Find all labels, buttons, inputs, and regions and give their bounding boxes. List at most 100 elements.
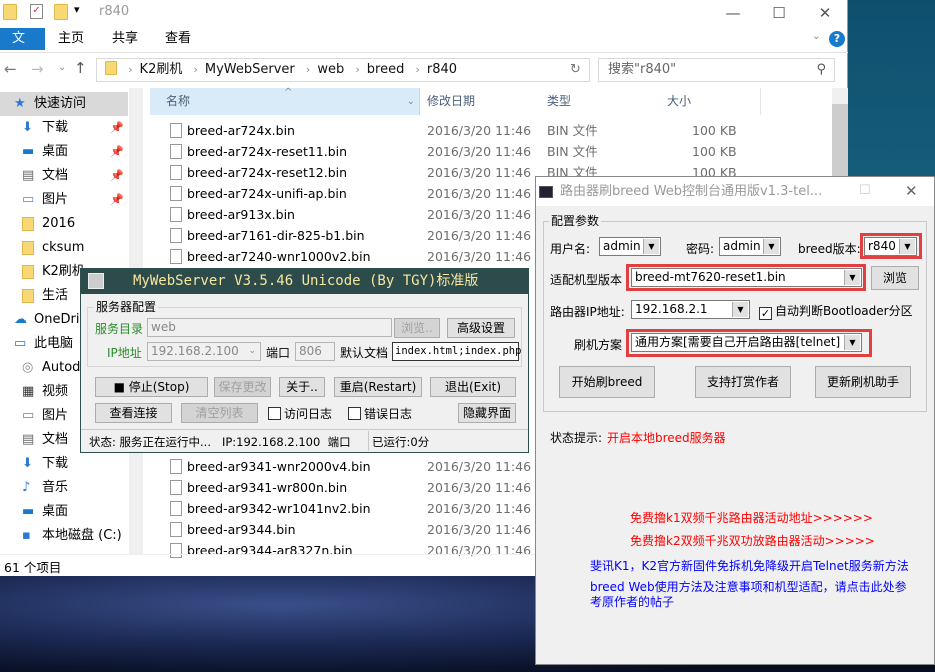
minimize-button[interactable]: — <box>710 2 756 26</box>
ip-select[interactable]: 192.168.2.100 ⌄ <box>147 342 261 361</box>
checkbox-label: 自动判断Bootloader分区 <box>775 304 913 318</box>
breadcrumb-item[interactable]: MyWebServer <box>205 62 295 77</box>
nav-item[interactable]: ♪ 音乐 <box>0 476 128 500</box>
file-size: 100 KB <box>692 144 737 159</box>
new-folder-icon[interactable] <box>54 4 68 20</box>
nav-item[interactable]: cksum <box>0 236 128 260</box>
browse-button[interactable]: 浏览 <box>871 266 919 290</box>
search-input[interactable]: 搜索"r840" ⚲ <box>598 58 835 82</box>
refresh-icon[interactable]: ↻ <box>570 62 581 77</box>
file-date: 2016/3/20 11:46 <box>427 207 532 222</box>
nav-item[interactable]: ⬇ 下载 📌 <box>0 116 128 140</box>
author-post-link[interactable]: breed Web使用方法及注意事项和机型适配，请点击此处参考原作者的帖子 <box>590 580 910 610</box>
expand-ribbon-icon[interactable]: ⌄ <box>812 31 820 42</box>
maximize-button[interactable]: ☐ <box>756 2 802 26</box>
recent-locations-icon[interactable]: ⌄ <box>58 62 66 73</box>
error-log-checkbox[interactable]: 错误日志 <box>348 405 412 422</box>
title-bar[interactable]: MyWebServer V3.5.46 Unicode (By TGY)标准版 <box>81 269 528 294</box>
close-button[interactable]: ✕ <box>905 182 918 200</box>
default-doc-label: 默认文档 <box>340 346 389 360</box>
nav-label: 视频 <box>42 384 69 399</box>
username-select[interactable]: admin ▼ <box>599 237 661 256</box>
restart-button[interactable]: 重启(Restart) <box>334 377 422 397</box>
hide-window-button[interactable]: 隐藏界面 <box>458 403 516 423</box>
breadcrumb-item[interactable]: breed <box>367 62 405 77</box>
nav-item[interactable]: ▤ 文档 📌 <box>0 164 128 188</box>
access-log-checkbox[interactable]: 访问日志 <box>268 405 332 422</box>
view-connections-button[interactable]: 查看连接 <box>95 403 172 423</box>
breadcrumb-item[interactable]: K2刷机 <box>140 62 183 77</box>
nav-item[interactable]: ▪ 本地磁盘 (C:) <box>0 524 128 548</box>
password-select[interactable]: admin ▼ <box>719 237 781 256</box>
k1-promo-link[interactable]: 免费撸k1双频千兆路由器活动地址>>>>>> <box>630 509 873 526</box>
folder-icon <box>22 289 34 303</box>
tab-view[interactable]: 查看 <box>153 28 203 50</box>
file-size: 100 KB <box>692 123 737 138</box>
file-name: breed-ar9341-wr800n.bin <box>187 480 348 495</box>
clear-list-button[interactable]: 清空列表 <box>181 403 258 423</box>
column-type[interactable]: 类型 <box>531 88 651 115</box>
file-date: 2016/3/20 11:46 <box>427 480 532 495</box>
auto-bootloader-checkbox[interactable]: ✓ 自动判断Bootloader分区 <box>759 302 913 320</box>
file-date: 2016/3/20 11:46 <box>427 165 532 180</box>
nav-item[interactable]: ▬ 桌面 <box>0 500 128 524</box>
properties-icon[interactable]: ✓ <box>30 4 43 19</box>
k2-promo-link[interactable]: 免费撸k2双频千兆双功放路由器活动>>>>> <box>630 532 875 549</box>
about-button[interactable]: 关于.. <box>279 377 325 397</box>
router-ip-select[interactable]: 192.168.2.1 ▼ <box>631 300 750 319</box>
tab-share[interactable]: 共享 <box>100 28 150 50</box>
status-text: 开启本地breed服务器 <box>607 431 726 445</box>
file-row[interactable]: breed-ar724x.bin 2016/3/20 11:46 BIN 文件 100… <box>150 120 840 141</box>
breadcrumb-item[interactable]: web <box>317 62 344 77</box>
close-button[interactable]: ✕ <box>802 2 848 26</box>
telnet-method-link[interactable]: 斐讯K1，K2官方新固件免拆机免降级开启Telnet服务新方法 <box>590 557 909 574</box>
port-input[interactable]: 806 <box>295 342 335 361</box>
save-changes-button[interactable]: 保存更改 <box>214 377 271 397</box>
nav-item[interactable]: ⬇ 下载 <box>0 452 128 476</box>
address-bar[interactable]: › K2刷机 › MyWebServer › web › breed › r840 <box>96 58 590 82</box>
donate-button[interactable]: 支持打赏作者 <box>695 366 791 398</box>
quick-access-dropdown-icon[interactable]: ▾ <box>74 3 80 16</box>
nav-label: 生活 <box>42 288 69 303</box>
nav-item[interactable]: 2016 <box>0 212 128 236</box>
update-button[interactable]: 更新刷机助手 <box>815 366 911 398</box>
nav-label: 桌面 <box>42 504 69 519</box>
advanced-settings-button[interactable]: 高级设置 <box>447 318 515 338</box>
default-doc-input[interactable]: index.html;index.php <box>392 342 521 361</box>
column-date[interactable]: 修改日期 <box>411 88 531 115</box>
up-icon[interactable]: ↑ <box>74 59 87 77</box>
start-flash-button[interactable]: 开始刷breed <box>559 366 655 398</box>
breadcrumb-item[interactable]: r840 <box>427 62 457 77</box>
dir-label: 服务目录 <box>95 322 144 336</box>
chevron-down-icon: ⌄ <box>248 346 256 356</box>
plan-label: 刷机方案 <box>574 338 623 352</box>
nav-label: 下载 <box>42 456 69 471</box>
window-title: 路由器刷breed Web控制台通用版v1.3-tel... <box>560 184 823 199</box>
nav-label: 本地磁盘 (C:) <box>42 528 122 543</box>
maximize-button[interactable]: ☐ <box>859 183 871 198</box>
file-row[interactable]: breed-ar724x-reset11.bin 2016/3/20 11:46 B… <box>150 141 840 162</box>
column-size[interactable]: 大小 <box>651 88 761 115</box>
column-label: 名称 <box>166 94 191 108</box>
file-date: 2016/3/20 11:46 <box>427 228 532 243</box>
group-label: 服务器配置 <box>94 298 159 315</box>
file-icon <box>170 165 182 180</box>
file-name: breed-ar9341-wnr2000v4.bin <box>187 459 371 474</box>
browse-button[interactable]: 浏览.. <box>394 318 440 338</box>
help-icon[interactable]: ? <box>829 31 845 47</box>
tab-file[interactable]: 文件 <box>0 28 45 68</box>
back-icon[interactable]: ← <box>4 60 17 78</box>
server-icon <box>88 273 104 289</box>
dir-input[interactable]: web <box>147 318 392 337</box>
file-icon <box>170 249 182 264</box>
exit-button[interactable]: 退出(Exit) <box>430 377 516 397</box>
breed-console-window: 路由器刷breed Web控制台通用版v1.3-tel... ☐ ✕ 配置参数 … <box>535 176 935 665</box>
column-name[interactable]: 名称 ^ ⌄ <box>150 87 420 115</box>
nav-item[interactable]: ▬ 桌面 📌 <box>0 140 128 164</box>
nav-item[interactable]: ★ 快速访问 <box>0 92 128 116</box>
title-bar[interactable]: 路由器刷breed Web控制台通用版v1.3-tel... <box>536 177 934 206</box>
stop-button[interactable]: ■ 停止(Stop) <box>95 377 208 397</box>
tab-home[interactable]: 主页 <box>46 28 96 50</box>
nav-item[interactable]: ▭ 图片 📌 <box>0 188 128 212</box>
forward-icon[interactable]: → <box>31 60 44 78</box>
